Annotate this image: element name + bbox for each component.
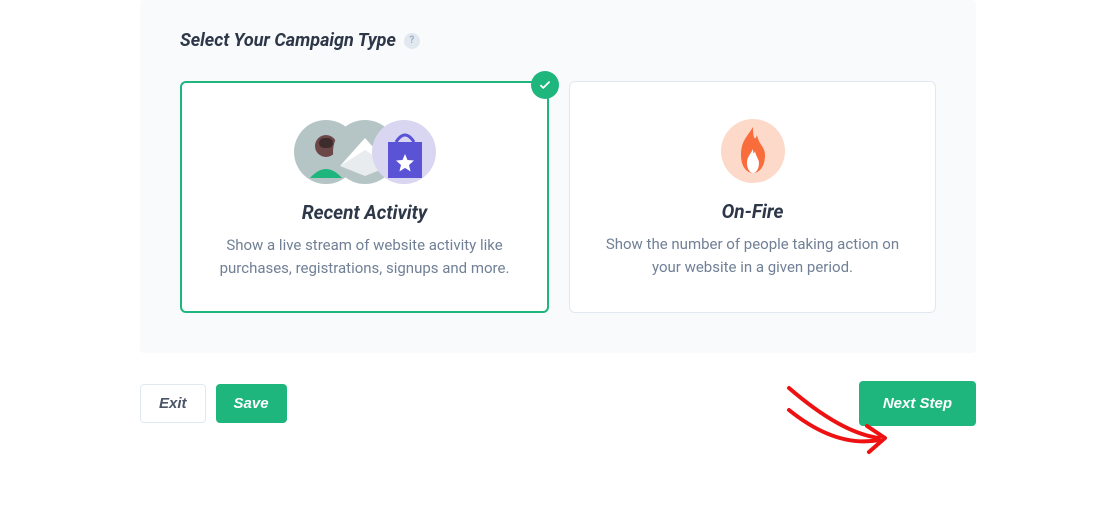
exit-button[interactable]: Exit: [140, 384, 206, 423]
cards-container: Recent Activity Show a live stream of we…: [140, 81, 976, 313]
campaign-card-recent-activity[interactable]: Recent Activity Show a live stream of we…: [180, 81, 549, 313]
card-title: Recent Activity: [206, 201, 523, 224]
help-icon[interactable]: ?: [404, 33, 420, 49]
recent-activity-illustration: [206, 117, 523, 187]
selected-check-icon: [531, 71, 559, 99]
campaign-type-panel: Select Your Campaign Type ?: [140, 0, 976, 353]
card-title: On-Fire: [594, 200, 911, 223]
campaign-card-on-fire[interactable]: On-Fire Show the number of people taking…: [569, 81, 936, 313]
next-step-button[interactable]: Next Step: [859, 381, 976, 426]
card-description: Show the number of people taking action …: [594, 233, 911, 280]
footer-actions: Exit Save Next Step: [0, 353, 1116, 426]
footer-left: Exit Save: [140, 384, 287, 423]
card-description: Show a live stream of website activity l…: [206, 234, 523, 281]
panel-heading: Select Your Campaign Type ?: [140, 30, 976, 51]
heading-text: Select Your Campaign Type: [180, 30, 396, 51]
save-button[interactable]: Save: [216, 384, 287, 423]
on-fire-illustration: [594, 116, 911, 186]
